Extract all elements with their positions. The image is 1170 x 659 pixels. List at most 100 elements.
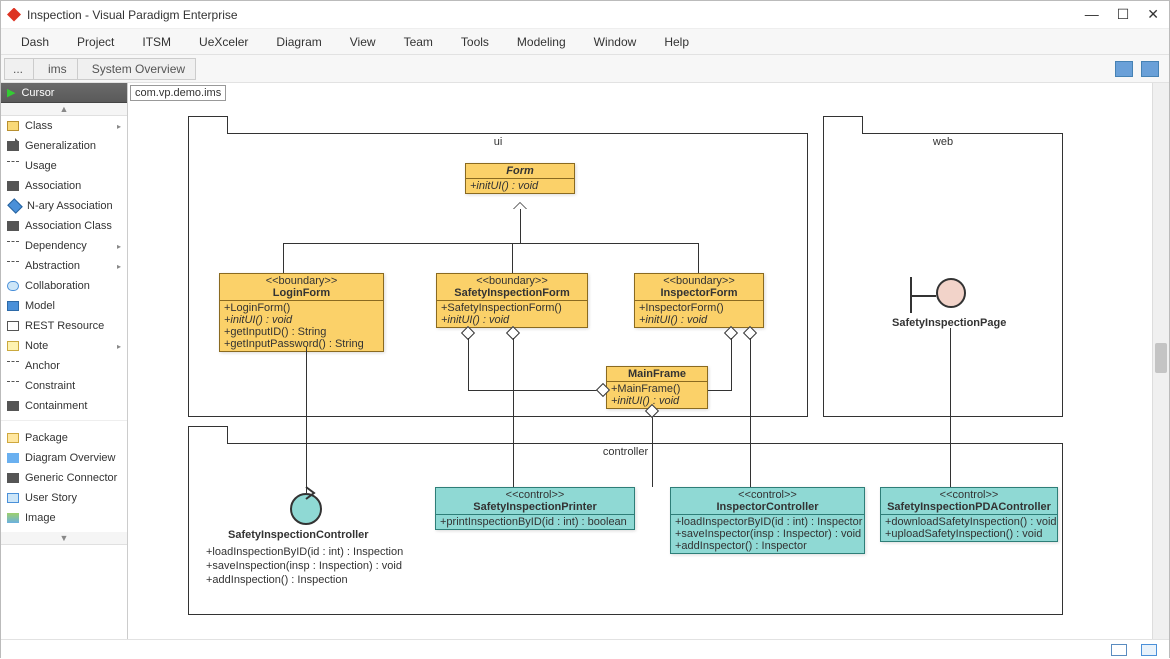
- menu-view[interactable]: View: [336, 31, 390, 53]
- class-sif-op0: +SafetyInspectionForm(): [441, 302, 583, 314]
- class-sic-op2: +addInspection() : Inspection: [206, 573, 403, 587]
- class-printer-stereo: <<control>>: [440, 489, 630, 501]
- class-pda-op0: +downloadSafetyInspection() : void: [885, 516, 1053, 528]
- gen-line-v: [520, 209, 521, 243]
- palette-item-image[interactable]: Image: [1, 508, 127, 528]
- breadcrumb-root[interactable]: ...: [4, 58, 34, 80]
- palette-item-usage[interactable]: Usage: [1, 156, 127, 176]
- palette-item-generic-connector[interactable]: Generic Connector: [1, 468, 127, 488]
- menu-help[interactable]: Help: [650, 31, 703, 53]
- palette-item-rest[interactable]: REST Resource: [1, 316, 127, 336]
- status-mail-icon[interactable]: [1111, 644, 1127, 656]
- class-loginform-name: LoginForm: [273, 287, 330, 299]
- toolbar-icon-2[interactable]: [1141, 61, 1159, 77]
- canvas-container: com.vp.demo.ims ui web controller Form +…: [128, 83, 1169, 639]
- class-loginform-op2: +getInputID() : String: [224, 326, 379, 338]
- menu-diagram[interactable]: Diagram: [262, 31, 335, 53]
- class-form[interactable]: Form +initUI() : void: [465, 163, 575, 194]
- class-safetyinspectionpage-icon[interactable]: [936, 278, 966, 308]
- class-ic-stereo: <<control>>: [675, 489, 860, 501]
- palette-collapse-down[interactable]: ▼: [1, 532, 127, 545]
- gen-login-v: [283, 243, 284, 273]
- palette-item-containment[interactable]: Containment: [1, 396, 127, 416]
- class-mainframe-name: MainFrame: [628, 368, 686, 380]
- menu-team[interactable]: Team: [390, 31, 447, 53]
- assoc-login-sic: [306, 347, 307, 493]
- palette-item-model[interactable]: Model: [1, 296, 127, 316]
- abstraction-icon: [7, 261, 19, 271]
- class-loginform-op3: +getInputPassword() : String: [224, 338, 379, 350]
- package-path[interactable]: com.vp.demo.ims: [130, 85, 226, 101]
- breadcrumb-ims[interactable]: ims: [33, 58, 78, 80]
- class-pdacontroller[interactable]: <<control>>SafetyInspectionPDAController…: [880, 487, 1058, 542]
- generalization-icon: [7, 141, 19, 151]
- class-if-op0: +InspectorForm(): [639, 302, 759, 314]
- maximize-button[interactable]: ☐: [1117, 6, 1130, 23]
- class-printer-name: SafetyInspectionPrinter: [473, 501, 596, 513]
- class-inspectorform[interactable]: <<boundary>>InspectorForm +InspectorForm…: [634, 273, 764, 328]
- palette-cursor[interactable]: ▶ Cursor: [1, 83, 127, 103]
- statusbar: [1, 639, 1169, 659]
- class-if-name: InspectorForm: [660, 287, 737, 299]
- containment-icon: [7, 401, 19, 411]
- palette: ▶ Cursor ▲ Class Generalization Usage As…: [1, 83, 128, 639]
- menu-project[interactable]: Project: [63, 31, 128, 53]
- palette-item-package[interactable]: Package: [1, 428, 127, 448]
- package-web[interactable]: web: [823, 133, 1063, 417]
- breadcrumb-row: ... ims System Overview: [1, 55, 1169, 83]
- class-sif-stereo: <<boundary>>: [441, 275, 583, 287]
- palette-item-class[interactable]: Class: [1, 116, 127, 136]
- class-loginform[interactable]: <<boundary>>LoginForm +LoginForm() +init…: [219, 273, 384, 352]
- minimize-button[interactable]: —: [1085, 6, 1099, 23]
- gen-line-h: [283, 243, 699, 244]
- image-icon: [7, 513, 19, 523]
- palette-item-nary[interactable]: N-ary Association: [1, 196, 127, 216]
- class-if-stereo: <<boundary>>: [639, 275, 759, 287]
- menu-itsm[interactable]: ITSM: [128, 31, 185, 53]
- status-doc-icon[interactable]: [1141, 644, 1157, 656]
- connector-icon: [7, 473, 19, 483]
- palette-item-collaboration[interactable]: Collaboration: [1, 276, 127, 296]
- palette-item-association[interactable]: Association: [1, 176, 127, 196]
- diagram-canvas[interactable]: ui web controller Form +initUI() : void …: [128, 103, 1151, 639]
- menu-uexceler[interactable]: UeXceler: [185, 31, 262, 53]
- menu-dash[interactable]: Dash: [7, 31, 63, 53]
- window-title: Inspection - Visual Paradigm Enterprise: [27, 8, 1085, 22]
- assoc-mainframe-down: [652, 410, 653, 487]
- toolbar-icon-1[interactable]: [1115, 61, 1133, 77]
- assoc-page-pda: [950, 328, 951, 487]
- userstory-icon: [7, 493, 19, 503]
- dependency-icon: [7, 241, 19, 251]
- class-sic-name: SafetyInspectionController: [228, 529, 369, 541]
- class-inspectorcontroller[interactable]: <<control>>InspectorController +loadInsp…: [670, 487, 865, 554]
- menu-tools[interactable]: Tools: [447, 31, 503, 53]
- association-icon: [7, 181, 19, 191]
- rest-icon: [7, 321, 19, 331]
- class-ic-op2: +addInspector() : Inspector: [675, 540, 860, 552]
- close-button[interactable]: ✕: [1147, 6, 1159, 23]
- palette-item-anchor[interactable]: Anchor: [1, 356, 127, 376]
- palette-item-user-story[interactable]: User Story: [1, 488, 127, 508]
- class-safetyinspectionform[interactable]: <<boundary>>SafetyInspectionForm +Safety…: [436, 273, 588, 328]
- class-form-name: Form: [506, 165, 534, 177]
- assoc-if-ctrl: [750, 338, 751, 487]
- palette-collapse-up[interactable]: ▲: [1, 103, 127, 116]
- package-icon: [7, 433, 19, 443]
- menu-window[interactable]: Window: [580, 31, 651, 53]
- scrollbar-thumb[interactable]: [1155, 343, 1167, 373]
- palette-item-abstraction[interactable]: Abstraction: [1, 256, 127, 276]
- palette-item-generalization[interactable]: Generalization: [1, 136, 127, 156]
- class-printer[interactable]: <<control>>SafetyInspectionPrinter +prin…: [435, 487, 635, 530]
- palette-item-assoc-class[interactable]: Association Class: [1, 216, 127, 236]
- gen-if-v: [698, 243, 699, 273]
- titlebar: Inspection - Visual Paradigm Enterprise …: [1, 1, 1169, 29]
- breadcrumb: ... ims System Overview: [5, 58, 196, 80]
- vertical-scrollbar[interactable]: [1152, 83, 1169, 639]
- palette-item-note[interactable]: Note: [1, 336, 127, 356]
- palette-item-diagram-overview[interactable]: Diagram Overview: [1, 448, 127, 468]
- menu-modeling[interactable]: Modeling: [503, 31, 580, 53]
- class-mainframe[interactable]: MainFrame +MainFrame() +initUI() : void: [606, 366, 708, 409]
- palette-item-dependency[interactable]: Dependency: [1, 236, 127, 256]
- breadcrumb-overview[interactable]: System Overview: [77, 58, 196, 80]
- palette-item-constraint[interactable]: Constraint: [1, 376, 127, 396]
